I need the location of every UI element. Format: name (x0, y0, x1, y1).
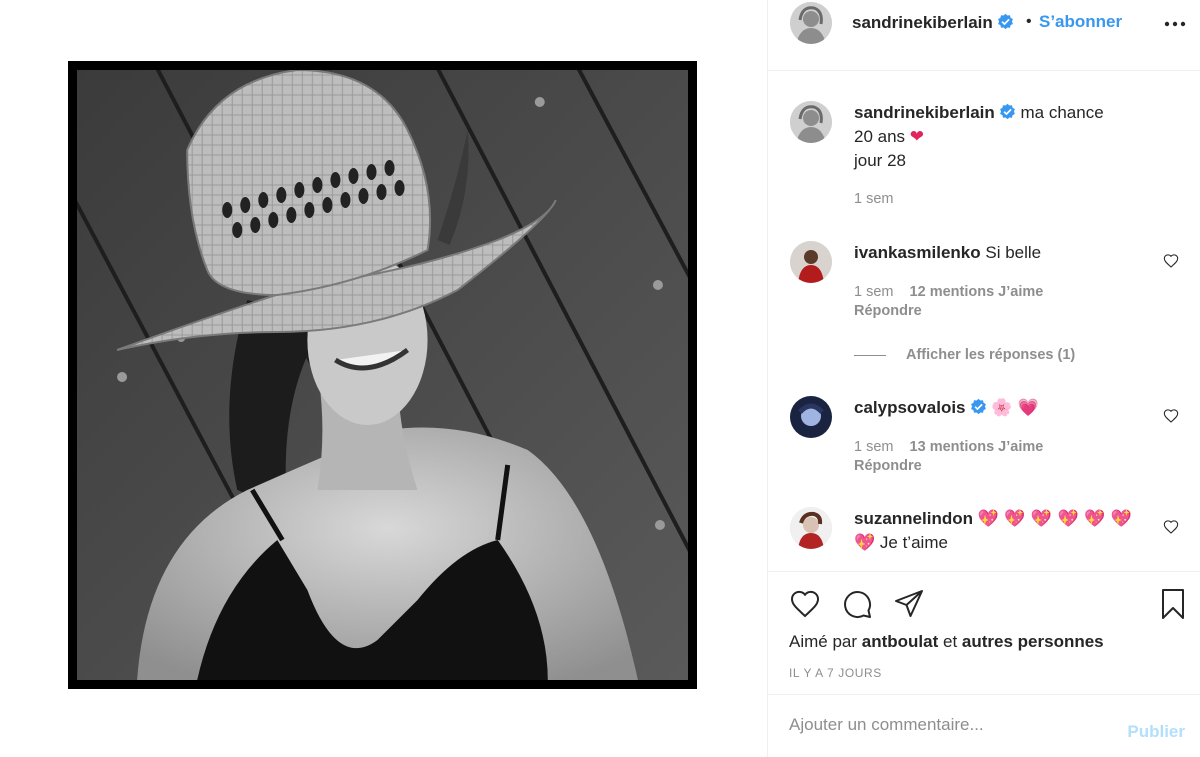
caption-line-2: 20 ans (854, 127, 906, 146)
comment-emoji-prefix: 💖 (854, 533, 876, 553)
replies-divider-line (854, 354, 886, 356)
reply-button[interactable]: Répondre (854, 458, 922, 474)
caption-line-1: ma chance (1020, 103, 1104, 122)
comment-likes-count[interactable]: 12 mentions J’aime (910, 284, 1044, 300)
comment-body: ivankasmilenko Si belle (854, 241, 1154, 265)
media-area (0, 0, 767, 757)
comment-item: suzannelindon 💖 💖 💖 💖 💖 💖 💖 Je t’aime (790, 507, 1185, 567)
reply-button[interactable]: Répondre (854, 303, 922, 319)
comment-meta: 1 sem 13 mentions J’aime (854, 439, 1055, 455)
comment-emoji-row: 💖 💖 💖 💖 💖 💖 (977, 509, 1132, 529)
comment-body: suzannelindon 💖 💖 💖 💖 💖 💖 💖 Je t’aime (854, 507, 1134, 555)
comment-username[interactable]: suzannelindon (854, 509, 973, 528)
share-send-icon[interactable] (893, 588, 925, 620)
comment-text: Si belle (985, 243, 1042, 262)
comments-list[interactable]: sandrinekiberlain ma chance 20 ans ❤ jou… (768, 71, 1200, 571)
red-heart-emoji: ❤ (909, 127, 925, 147)
commenter-avatar[interactable] (790, 507, 832, 549)
post-photo[interactable] (77, 70, 688, 680)
liked-by-others[interactable]: autres personnes (962, 632, 1104, 651)
comment-like-heart-icon[interactable] (1163, 408, 1179, 424)
author-avatar[interactable] (790, 2, 832, 44)
more-options-icon[interactable] (1164, 14, 1186, 34)
post-actions: Aimé par antboulat et autres personnes I… (768, 571, 1200, 693)
caption-meta: 1 sem (854, 191, 906, 207)
post-date[interactable]: IL Y A 7 JOURS (789, 666, 882, 680)
comment-text: Je t’aime (879, 533, 948, 552)
liked-by-prefix: Aimé par (789, 632, 858, 651)
add-comment-bar: Publier (768, 694, 1200, 757)
verified-badge-icon (997, 13, 1013, 30)
comment-username[interactable]: ivankasmilenko (854, 243, 981, 262)
instagram-post-page: sandrinekiberlain • S’abonner sandrineki… (0, 0, 1200, 757)
comment-like-heart-icon[interactable] (1163, 253, 1179, 269)
caption-time[interactable]: 1 sem (854, 191, 894, 207)
comment-item: calypsovalois 🌸 💗 1 sem 13 mentions J’ai… (790, 396, 1185, 486)
caption-line-3: jour 28 (854, 151, 906, 170)
add-comment-input[interactable] (789, 715, 1109, 735)
save-bookmark-icon[interactable] (1157, 588, 1189, 620)
commenter-avatar[interactable] (790, 241, 832, 283)
view-replies-button[interactable]: Afficher les réponses (1) (854, 347, 1075, 363)
comment-username[interactable]: calypsovalois (854, 398, 966, 417)
caption-username[interactable]: sandrinekiberlain (854, 103, 995, 122)
view-replies-label: Afficher les réponses (1) (906, 347, 1076, 363)
comment-body: calypsovalois 🌸 💗 (854, 396, 1154, 420)
liked-by-summary: Aimé par antboulat et autres personnes (789, 632, 1104, 652)
liked-by-joiner: et (943, 632, 958, 651)
comment-emoji-text: 🌸 💗 (991, 398, 1039, 418)
commenter-avatar[interactable] (790, 396, 832, 438)
comment-item: ivankasmilenko Si belle 1 sem 12 mention… (790, 241, 1185, 366)
caption: sandrinekiberlain ma chance 20 ans ❤ jou… (790, 101, 1185, 221)
verified-badge-icon (999, 103, 1015, 120)
post-header: sandrinekiberlain • S’abonner (768, 0, 1200, 71)
like-heart-icon[interactable] (789, 588, 821, 620)
post-photo-frame (68, 61, 697, 689)
comment-time[interactable]: 1 sem (854, 439, 894, 455)
post-side-panel: sandrinekiberlain • S’abonner sandrineki… (767, 0, 1200, 757)
verified-badge-icon (970, 398, 986, 415)
comment-time[interactable]: 1 sem (854, 284, 894, 300)
caption-author-avatar[interactable] (790, 101, 832, 143)
author-username[interactable]: sandrinekiberlain (852, 13, 1014, 33)
comment-likes-count[interactable]: 13 mentions J’aime (910, 439, 1044, 455)
publish-button[interactable]: Publier (1127, 722, 1185, 742)
caption-body: sandrinekiberlain ma chance 20 ans ❤ jou… (854, 101, 1154, 173)
follow-button[interactable]: S’abonner (1039, 12, 1122, 32)
post-photo-image (77, 70, 688, 680)
comment-bubble-icon[interactable] (841, 588, 873, 620)
comment-like-heart-icon[interactable] (1163, 519, 1179, 535)
separator-dot: • (1026, 13, 1032, 30)
comment-meta: 1 sem 12 mentions J’aime (854, 284, 1055, 300)
liked-by-user[interactable]: antboulat (862, 632, 939, 651)
